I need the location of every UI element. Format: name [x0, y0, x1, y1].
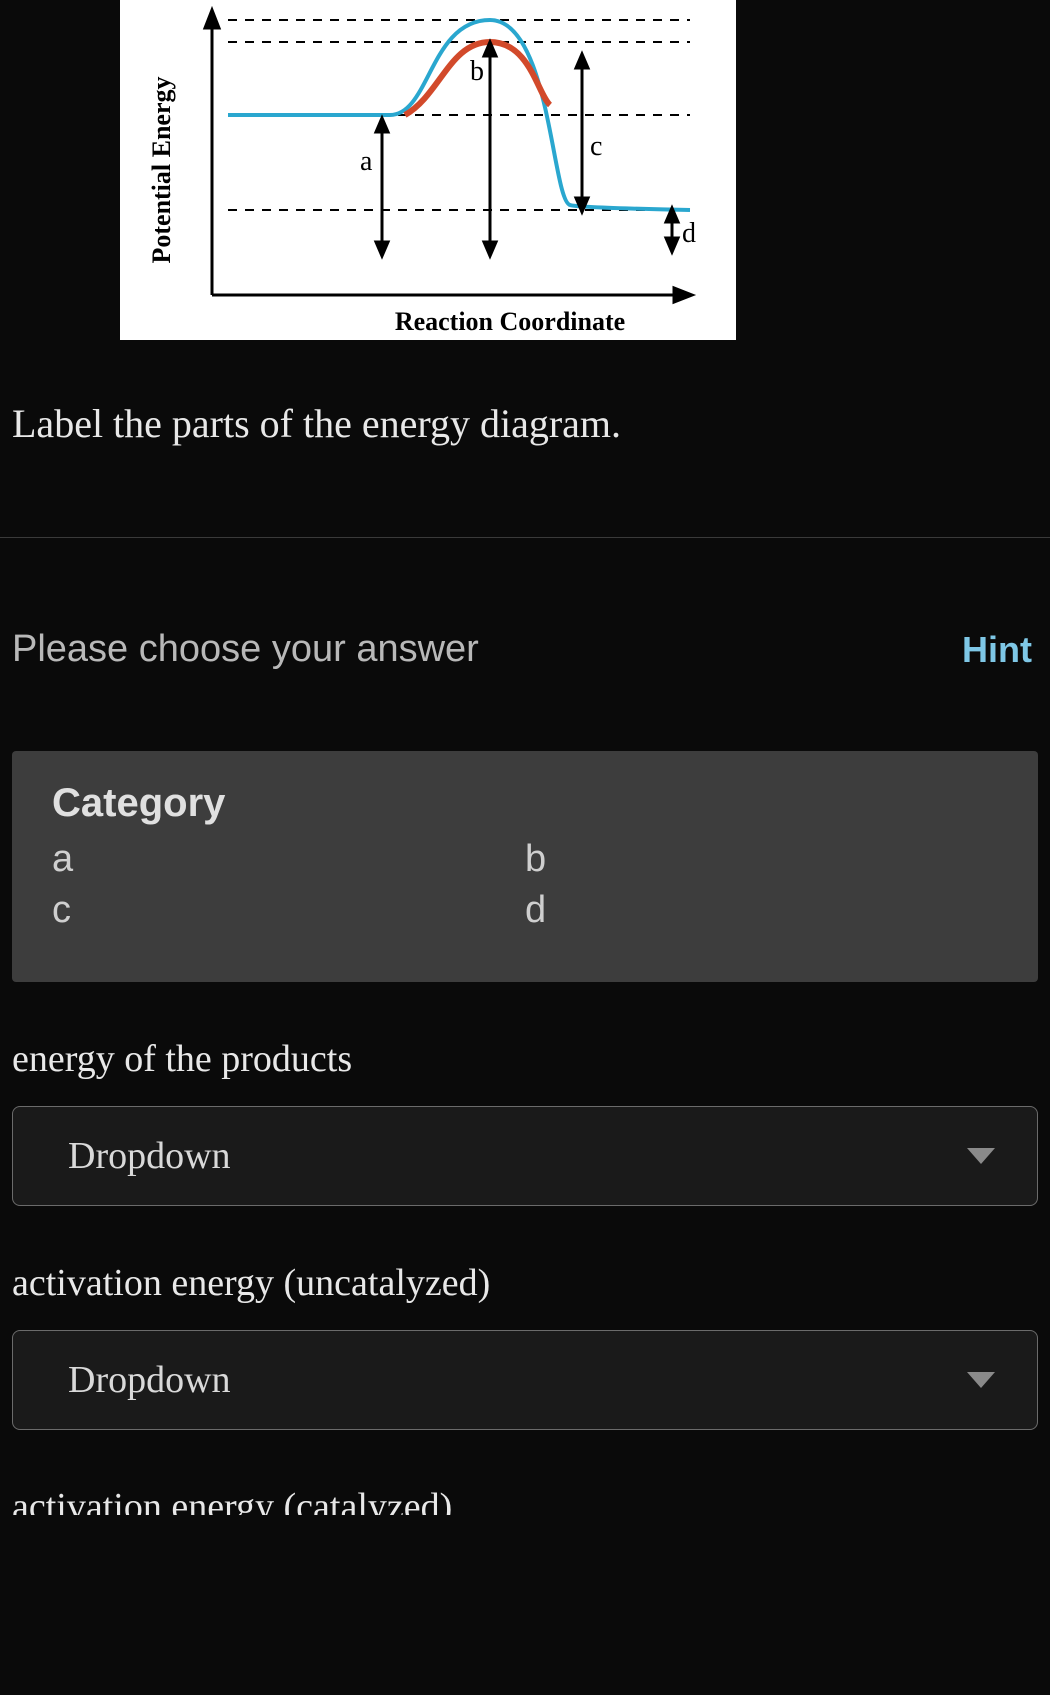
choose-answer-label: Please choose your answer — [12, 628, 479, 671]
dropdown-placeholder: Dropdown — [68, 1134, 231, 1178]
question-label-activation-uncatalyzed: activation energy (uncatalyzed) — [12, 1261, 1050, 1305]
category-box: Category a b c d — [12, 751, 1038, 982]
hint-button[interactable]: Hint — [962, 629, 1032, 671]
diagram-xlabel: Reaction Coordinate — [395, 307, 625, 336]
diagram-ylabel: Potential Energy — [147, 76, 176, 263]
category-item-d: d — [525, 889, 998, 932]
chevron-down-icon — [967, 1372, 995, 1388]
dropdown-placeholder: Dropdown — [68, 1358, 231, 1402]
diagram-label-a: a — [360, 146, 373, 177]
energy-diagram-svg: a b c d Potential Energy Reaction Coordi… — [120, 0, 736, 340]
diagram-label-b: b — [470, 56, 484, 87]
diagram-label-c: c — [590, 131, 602, 162]
energy-diagram: a b c d Potential Energy Reaction Coordi… — [120, 0, 736, 340]
question-label-activation-catalyzed: activation energy (catalyzed) — [12, 1485, 1050, 1515]
category-item-a: a — [52, 838, 525, 881]
dropdown-energy-products[interactable]: Dropdown — [12, 1106, 1038, 1206]
category-title: Category — [52, 781, 998, 826]
category-item-c: c — [52, 889, 525, 932]
chevron-down-icon — [967, 1148, 995, 1164]
category-item-b: b — [525, 838, 998, 881]
dropdown-activation-uncatalyzed[interactable]: Dropdown — [12, 1330, 1038, 1430]
diagram-label-d: d — [682, 218, 696, 249]
question-label-energy-products: energy of the products — [12, 1037, 1050, 1081]
question-prompt: Label the parts of the energy diagram. — [12, 400, 1050, 447]
